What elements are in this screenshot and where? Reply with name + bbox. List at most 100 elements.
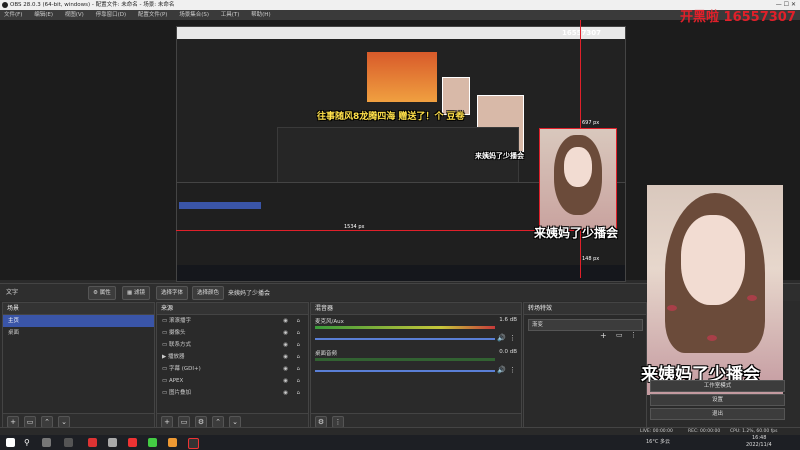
windows-start-icon[interactable]	[6, 438, 15, 447]
source-item[interactable]: ▭ 图片叠加 ◉ ⌂	[157, 387, 308, 399]
sources-title: 来源	[157, 303, 308, 315]
lock-icon[interactable]: ⌂	[297, 375, 301, 387]
dim-height-label: 148 px	[582, 256, 600, 262]
scene-item-main[interactable]: 主页	[3, 315, 154, 327]
clock-date[interactable]: 2022/11/4	[746, 442, 772, 448]
volume-slider-desktop[interactable]	[315, 370, 495, 372]
eye-icon[interactable]: ◉	[283, 375, 288, 387]
source-type-icon: ▭	[162, 318, 169, 324]
eye-icon[interactable]: ◉	[283, 351, 288, 363]
scene-item-desktop[interactable]: 桌面	[3, 327, 154, 339]
source-item[interactable]: ▭ APEX ◉ ⌂	[157, 375, 308, 387]
lock-icon[interactable]: ⌂	[297, 339, 301, 351]
lock-icon[interactable]: ⌂	[297, 387, 301, 399]
exit-button[interactable]: 退出	[650, 408, 785, 420]
channel-name-desktop: 桌面音频	[315, 351, 338, 357]
source-item[interactable]: ▭ 联系方式 ◉ ⌂	[157, 339, 308, 351]
source-item[interactable]: ▭ 字幕 (GDI+) ◉ ⌂	[157, 363, 308, 375]
eye-icon[interactable]: ◉	[283, 327, 288, 339]
filters-button[interactable]: ▦ 滤镜	[122, 286, 150, 300]
meter-mic	[315, 326, 495, 329]
captured-taskbar	[177, 265, 625, 281]
volume-slider-mic[interactable]	[315, 338, 495, 340]
studio-mode-button[interactable]: 工作室模式	[650, 380, 785, 392]
scrolling-gift-text: 往事随风8龙腾四海 赠送了！个 豆卷	[317, 112, 465, 122]
settings-button[interactable]: 设置	[650, 394, 785, 406]
source-label: 图片叠加	[168, 390, 191, 396]
app-icon[interactable]	[168, 438, 177, 447]
dim-width-label: 697 px	[582, 120, 600, 126]
scenes-title: 场景	[3, 303, 154, 315]
lipstick-mark-icon	[667, 305, 677, 311]
lock-icon[interactable]: ⌂	[297, 363, 301, 375]
source-label: 播放器	[167, 354, 185, 360]
select-font-button[interactable]: 选择字体	[156, 286, 189, 300]
caption-selected[interactable]: 来姨妈了少播会	[534, 224, 618, 241]
menu-profile[interactable]: 配置文件(P)	[138, 12, 168, 18]
mixer-title: 混音器	[311, 303, 521, 315]
speaker-icon[interactable]: 🔊	[497, 366, 506, 374]
channel-db-mic: 1.6 dB	[499, 317, 517, 323]
source-type-icon: ▭	[162, 366, 169, 372]
transition-select[interactable]: 渐变	[528, 319, 643, 331]
captured-banner	[367, 52, 437, 102]
eye-icon[interactable]: ◉	[283, 387, 288, 399]
lock-icon[interactable]: ⌂	[297, 327, 301, 339]
clock-time[interactable]: 16:48	[752, 435, 766, 441]
source-item[interactable]: ▭ 摄像头 ◉ ⌂	[157, 327, 308, 339]
app-icon[interactable]	[88, 438, 97, 447]
speaker-icon[interactable]: 🔊	[497, 334, 506, 342]
transitions-title: 转场特效	[524, 303, 646, 315]
app-icon[interactable]	[64, 438, 73, 447]
menu-scene-collection[interactable]: 场景集合(S)	[179, 12, 209, 18]
select-color-button[interactable]: 选择颜色	[192, 286, 225, 300]
source-item[interactable]: ▶ 播放器 ◉ ⌂	[157, 351, 308, 363]
menu-edit[interactable]: 编辑(E)	[34, 12, 53, 18]
properties-label: 属性	[99, 290, 111, 296]
eye-icon[interactable]: ◉	[283, 339, 288, 351]
source-label: 字幕 (GDI+)	[168, 366, 201, 372]
controls-panel: 工作室模式 设置 退出	[650, 380, 785, 422]
eye-icon[interactable]: ◉	[283, 315, 288, 327]
menu-dots-icon[interactable]: ⋮	[509, 334, 516, 342]
lipstick-mark-icon	[707, 335, 717, 341]
app-icon[interactable]	[148, 438, 157, 447]
lock-icon[interactable]: ⌂	[297, 351, 301, 363]
mixer-panel: 混音器 麦克风/Aux 1.6 dB 🔊 ⋮ 桌面音频 0.0 dB 🔊 ⋮ ⚙…	[310, 302, 522, 429]
lock-icon[interactable]: ⌂	[297, 315, 301, 327]
obs-app-icon[interactable]	[188, 438, 199, 449]
source-type-icon: ▭	[162, 390, 169, 396]
source-label: 联系方式	[168, 342, 191, 348]
filters-label: 滤镜	[133, 290, 145, 296]
text-value[interactable]: 来姨妈了少播会	[228, 288, 270, 297]
trash-icon[interactable]: ▭	[616, 331, 623, 339]
mixer-footer: ⚙ ⋮	[311, 413, 521, 428]
menu-docks[interactable]: 停靠窗口(D)	[96, 12, 127, 18]
cam-face	[564, 147, 592, 187]
eye-icon[interactable]: ◉	[283, 363, 288, 375]
source-label: APEX	[168, 378, 184, 384]
scenes-panel: 场景 主页 桌面 + ▭ ⌃ ⌄	[2, 302, 155, 429]
menu-help[interactable]: 帮助(H)	[251, 12, 270, 18]
captured-browser-bar	[177, 27, 625, 39]
inner-room-number: 16557307	[562, 29, 601, 37]
app-icon[interactable]	[108, 438, 117, 447]
menu-file[interactable]: 文件(F)	[4, 12, 22, 18]
menu-tools[interactable]: 工具(T)	[221, 12, 240, 18]
task-view-icon[interactable]	[42, 438, 51, 447]
weather-widget[interactable]: 16°C 多云	[646, 438, 670, 445]
transitions-panel: 转场特效 渐变 + ▭ ⋮	[523, 302, 647, 429]
selected-source-camera[interactable]	[539, 128, 617, 230]
dim-left-label: 1534 px	[344, 224, 365, 230]
source-item[interactable]: ▭ 滚滚播字 ◉ ⌂	[157, 315, 308, 327]
obs-logo-icon	[2, 2, 8, 8]
menu-dots-icon[interactable]: ⋮	[509, 366, 516, 374]
menu-dots-icon[interactable]: ⋮	[630, 331, 637, 339]
app-icon[interactable]	[128, 438, 137, 447]
plus-icon[interactable]: +	[600, 331, 607, 340]
properties-button[interactable]: ⚙ 属性	[88, 286, 116, 300]
menu-view[interactable]: 视图(V)	[65, 12, 84, 18]
search-icon[interactable]: ⚲	[24, 438, 33, 447]
sources-footer: + ▭ ⚙ ⌃ ⌄	[157, 413, 308, 428]
captured-scene-selected	[179, 202, 261, 209]
